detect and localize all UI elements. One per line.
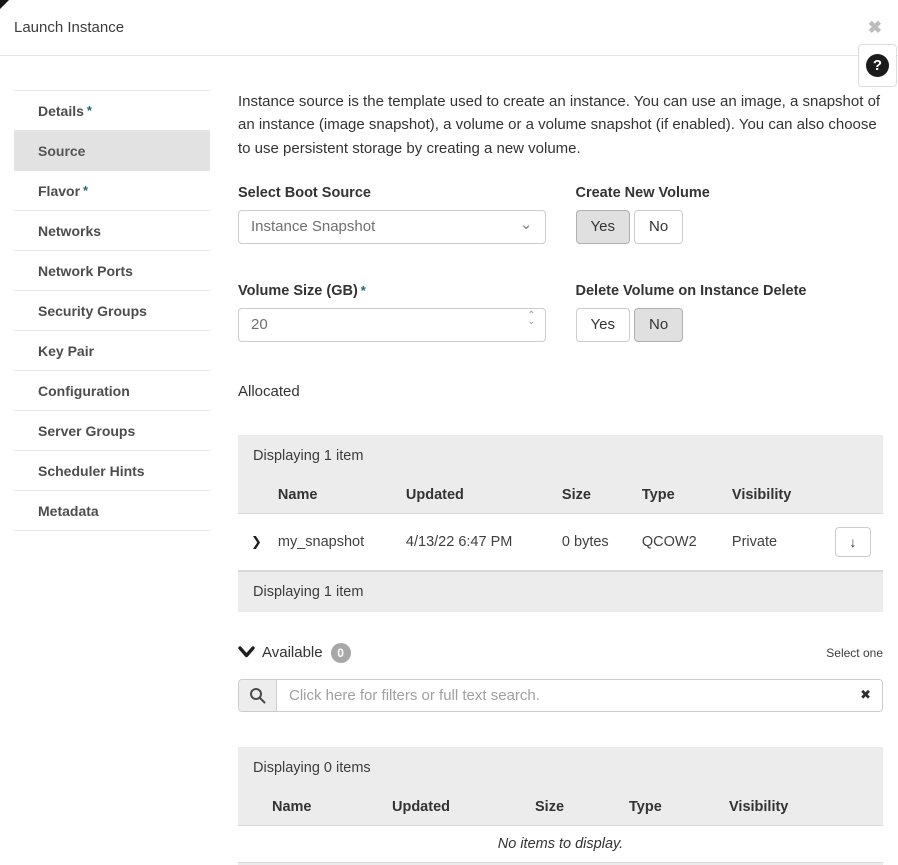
source-description: Instance source is the template used to … xyxy=(238,90,883,160)
boot-source-select[interactable]: Instance Snapshot ⌄ xyxy=(238,210,546,244)
create-new-volume-toggle: Yes No xyxy=(576,210,884,244)
cell-type: QCOW2 xyxy=(634,513,724,570)
arrow-down-icon: ↓ xyxy=(850,534,857,550)
available-heading: Available xyxy=(262,644,323,661)
empty-message: No items to display. xyxy=(238,825,883,862)
available-section-header: Available 0 Select one xyxy=(238,643,883,663)
cell-name: my_snapshot xyxy=(270,513,398,570)
launch-instance-modal: Launch Instance ✖ ? Details* Source Flav… xyxy=(0,0,898,865)
available-count: Displaying 0 items xyxy=(238,747,883,789)
modal-title: Launch Instance xyxy=(14,19,124,36)
clear-search-icon[interactable]: ✖ xyxy=(860,687,871,703)
allocated-heading: Allocated xyxy=(238,383,883,400)
col-header-updated: Updated xyxy=(384,789,527,826)
required-asterisk: * xyxy=(83,183,88,198)
sidebar-item-source[interactable]: Source xyxy=(14,131,210,171)
cell-visibility: Private xyxy=(724,513,827,570)
allocated-header-row: Name Updated Size Type Visibility xyxy=(238,477,883,514)
sidebar-item-key-pair[interactable]: Key Pair xyxy=(14,331,210,371)
delete-volume-field: Delete Volume on Instance Delete Yes No xyxy=(576,283,884,342)
available-table: Displaying 0 items Name Updated Size Typ… xyxy=(238,747,883,865)
create-new-volume-label: Create New Volume xyxy=(576,185,884,201)
col-header-size: Size xyxy=(527,789,621,826)
create-volume-yes-button[interactable]: Yes xyxy=(576,210,630,244)
create-new-volume-field: Create New Volume Yes No xyxy=(576,185,884,244)
help-button[interactable]: ? xyxy=(858,44,897,87)
allocated-footer: Displaying 1 item xyxy=(238,571,883,612)
delete-volume-label: Delete Volume on Instance Delete xyxy=(576,283,884,299)
table-row[interactable]: ❯ my_snapshot 4/13/22 6:47 PM 0 bytes QC… xyxy=(238,513,883,570)
help-icon: ? xyxy=(866,54,889,77)
chevron-down-icon[interactable] xyxy=(238,646,255,659)
available-header-row: Name Updated Size Type Visibility xyxy=(238,789,883,826)
cell-updated: 4/13/22 6:47 PM xyxy=(398,513,554,570)
cell-size: 0 bytes xyxy=(554,513,634,570)
col-header-visibility: Visibility xyxy=(724,477,827,514)
sidebar-item-security-groups[interactable]: Security Groups xyxy=(14,291,210,331)
available-count-badge: 0 xyxy=(331,643,351,663)
sidebar-item-configuration[interactable]: Configuration xyxy=(14,371,210,411)
col-header-type: Type xyxy=(634,477,724,514)
source-panel: Instance source is the template used to … xyxy=(238,90,883,865)
delete-volume-no-button[interactable]: No xyxy=(634,308,683,342)
sidebar-item-scheduler-hints[interactable]: Scheduler Hints xyxy=(14,451,210,491)
filter-searchbar: ✖ xyxy=(238,679,883,712)
search-addon[interactable] xyxy=(239,680,277,711)
boot-source-value: Instance Snapshot xyxy=(251,218,375,235)
modal-body: Details* Source Flavor* Networks Network… xyxy=(0,56,898,865)
allocated-count: Displaying 1 item xyxy=(238,435,883,477)
boot-source-label: Select Boot Source xyxy=(238,185,546,201)
wizard-sidebar: Details* Source Flavor* Networks Network… xyxy=(14,90,210,865)
empty-row: No items to display. xyxy=(238,825,883,862)
search-icon xyxy=(249,687,266,704)
create-volume-no-button[interactable]: No xyxy=(634,210,683,244)
allocated-table: Displaying 1 item Name Updated Size Type… xyxy=(238,435,883,612)
stepper-arrows-icon[interactable]: ⌃⌄ xyxy=(527,313,535,325)
sidebar-item-networks[interactable]: Networks xyxy=(14,211,210,251)
col-header-type: Type xyxy=(621,789,721,826)
modal-header: Launch Instance ✖ xyxy=(0,0,898,56)
col-header-name: Name xyxy=(238,789,384,826)
sidebar-item-server-groups[interactable]: Server Groups xyxy=(14,411,210,451)
select-one-hint: Select one xyxy=(826,646,883,660)
required-asterisk: * xyxy=(361,283,366,298)
volume-size-stepper: ⌃⌄ xyxy=(238,308,546,342)
col-header-name: Name xyxy=(270,477,398,514)
sidebar-item-network-ports[interactable]: Network Ports xyxy=(14,251,210,291)
boot-source-field: Select Boot Source Instance Snapshot ⌄ xyxy=(238,185,546,244)
delete-volume-yes-button[interactable]: Yes xyxy=(576,308,630,342)
col-header-visibility: Visibility xyxy=(721,789,883,826)
sidebar-item-flavor[interactable]: Flavor* xyxy=(14,171,210,211)
sidebar-item-metadata[interactable]: Metadata xyxy=(14,491,210,531)
deallocate-button[interactable]: ↓ xyxy=(835,527,871,557)
volume-size-field: Volume Size (GB)* ⌃⌄ xyxy=(238,283,546,342)
search-input[interactable] xyxy=(277,680,882,711)
chevron-down-icon: ⌄ xyxy=(520,215,533,233)
col-header-updated: Updated xyxy=(398,477,554,514)
sidebar-item-details[interactable]: Details* xyxy=(14,91,210,131)
chevron-right-icon[interactable]: ❯ xyxy=(251,534,262,549)
col-header-size: Size xyxy=(554,477,634,514)
volume-size-input[interactable] xyxy=(238,308,546,342)
delete-volume-toggle: Yes No xyxy=(576,308,884,342)
source-form: Select Boot Source Instance Snapshot ⌄ C… xyxy=(238,185,883,342)
required-asterisk: * xyxy=(87,103,92,118)
volume-size-label: Volume Size (GB)* xyxy=(238,283,546,299)
close-icon[interactable]: ✖ xyxy=(868,19,882,36)
